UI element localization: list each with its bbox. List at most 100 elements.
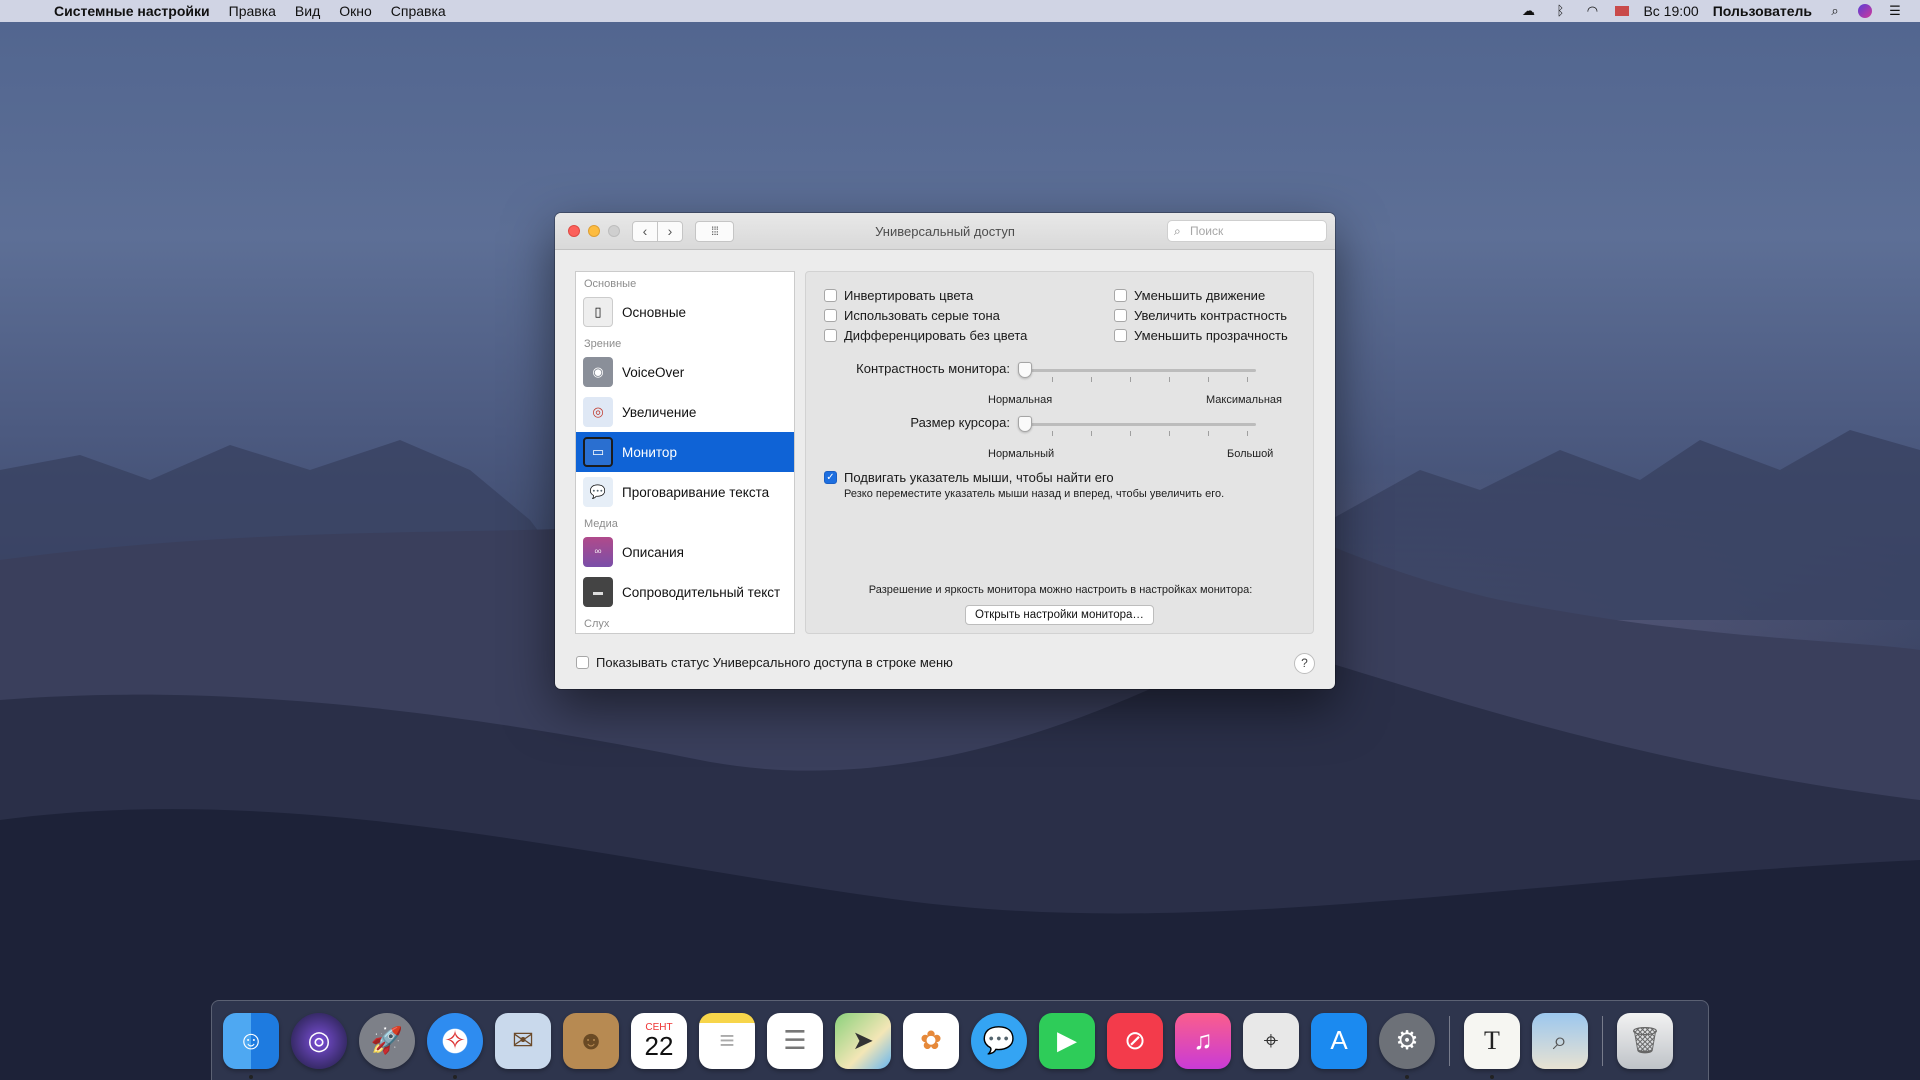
photos-icon[interactable]: ✿ <box>903 1012 959 1069</box>
menu-view[interactable]: Вид <box>295 3 320 19</box>
sidebar-list[interactable]: Основные ▯ Основные Зрение ◉ VoiceOver ◎… <box>575 271 795 634</box>
photo-booth-icon[interactable]: ⌖ <box>1243 1012 1299 1069</box>
option-label: Показывать статус Универсального доступа… <box>596 655 953 670</box>
option-label: Уменьшить движение <box>1134 288 1266 303</box>
sidebar-section-vision: Зрение <box>584 338 622 350</box>
wifi-icon[interactable]: ◠ <box>1583 4 1601 18</box>
siri-icon[interactable]: ◎ <box>291 1012 347 1069</box>
shake-to-locate-option[interactable]: ✓ Подвигать указатель мыши, чтобы найти … <box>824 470 1114 485</box>
contrast-max-label: Максимальная <box>1206 394 1282 406</box>
dock-separator <box>1602 1015 1603 1066</box>
show-status-checkbox[interactable] <box>576 656 589 669</box>
finder-icon[interactable]: ☺ <box>223 1012 279 1079</box>
differentiate-option[interactable]: Дифференцировать без цвета <box>824 328 1027 343</box>
sidebar-item-zoom[interactable]: ◎ Увеличение <box>576 392 794 432</box>
contrast-tick <box>1091 377 1092 382</box>
magnifier-icon: ◎ <box>583 397 613 427</box>
option-label: Инвертировать цвета <box>844 288 974 303</box>
grayscale-option[interactable]: Использовать серые тона <box>824 308 1000 323</box>
cursor-slider-track[interactable] <box>1018 423 1256 426</box>
sidebar-item-display[interactable]: ▭ Монитор <box>576 432 794 472</box>
display-settings-panel: Инвертировать цвета Использовать серые т… <box>805 271 1314 634</box>
sidebar-item-voiceover[interactable]: ◉ VoiceOver <box>576 352 794 392</box>
cursor-tick <box>1247 431 1248 436</box>
sidebar-section-hearing: Слух <box>584 618 610 630</box>
voiceover-icon: ◉ <box>583 357 613 387</box>
maps-icon[interactable]: ➤ <box>835 1012 891 1069</box>
safari-icon[interactable]: ✧ <box>427 1012 483 1079</box>
system-preferences-icon[interactable]: ⚙ <box>1379 1012 1435 1079</box>
sidebar-item-label: Увеличение <box>622 404 697 420</box>
app-menu[interactable]: Системные настройки <box>54 3 210 19</box>
invert-colors-checkbox[interactable] <box>824 289 837 302</box>
grayscale-checkbox[interactable] <box>824 309 837 322</box>
menu-window[interactable]: Окно <box>339 3 372 19</box>
search-field[interactable]: ⌕ Поиск <box>1167 220 1327 242</box>
reduce-motion-checkbox[interactable] <box>1114 289 1127 302</box>
spotlight-search-icon[interactable]: ⌕ <box>1826 4 1844 18</box>
messages-icon[interactable]: 💬 <box>971 1012 1027 1069</box>
reduce-motion-option[interactable]: Уменьшить движение <box>1114 288 1265 303</box>
cursor-min-label: Нормальный <box>988 448 1055 460</box>
invert-colors-option[interactable]: Инвертировать цвета <box>824 288 973 303</box>
sidebar-item-descriptions[interactable]: ᵒᵒ Описания <box>576 532 794 572</box>
launchpad-icon[interactable]: 🚀 <box>359 1012 415 1069</box>
sidebar-item-label: Основные <box>622 304 687 320</box>
option-label: Использовать серые тона <box>844 308 1000 323</box>
facetime-icon[interactable]: ▶ <box>1039 1012 1095 1069</box>
open-display-settings-button[interactable]: Открыть настройки монитора… <box>965 605 1154 625</box>
sidebar-item-label: Монитор <box>622 444 677 460</box>
differentiate-checkbox[interactable] <box>824 329 837 342</box>
dock-separator <box>1449 1015 1450 1066</box>
itunes-icon[interactable]: ♫ <box>1175 1012 1231 1069</box>
reduce-transparency-checkbox[interactable] <box>1114 329 1127 342</box>
sidebar-item-captions[interactable]: ▬ Сопроводительный текст <box>576 572 794 612</box>
bluetooth-icon[interactable]: ᛒ <box>1551 4 1569 18</box>
menu-edit[interactable]: Правка <box>229 3 276 19</box>
notes-icon[interactable]: ≡ <box>699 1012 755 1069</box>
contacts-icon[interactable]: ☻ <box>563 1012 619 1069</box>
menu-help[interactable]: Справка <box>391 3 446 19</box>
show-status-option[interactable]: Показывать статус Универсального доступа… <box>576 655 953 670</box>
monitor-icon: ▭ <box>583 437 613 467</box>
sidebar-item-speech[interactable]: 💬 Проговаривание текста <box>576 472 794 512</box>
reminders-icon[interactable]: ☰ <box>767 1012 823 1069</box>
contrast-tick <box>1169 377 1170 382</box>
sidebar-item-general[interactable]: ▯ Основные <box>576 292 794 332</box>
calendar-icon[interactable]: СЕНТ 22 <box>631 1012 687 1069</box>
news-icon[interactable]: ⊘ <box>1107 1012 1163 1069</box>
preview-icon[interactable]: ⌕ <box>1532 1012 1588 1069</box>
title-bar[interactable]: ‹ › ⁞⁞⁞ Универсальный доступ ⌕ Поиск <box>555 213 1335 250</box>
contrast-tick <box>1052 377 1053 382</box>
increase-contrast-option[interactable]: Увеличить контрастность <box>1114 308 1287 323</box>
mail-icon[interactable]: ✉ <box>495 1012 551 1069</box>
contrast-slider-thumb[interactable] <box>1018 362 1032 378</box>
flag-icon[interactable] <box>1615 6 1630 16</box>
textedit-icon[interactable]: T <box>1464 1012 1520 1079</box>
contrast-slider-track[interactable] <box>1018 369 1256 372</box>
help-button[interactable]: ? <box>1294 653 1315 674</box>
menu-bar: Системные настройки Правка Вид Окно Спра… <box>0 0 1920 22</box>
app-store-icon[interactable]: A <box>1311 1012 1367 1069</box>
audio-description-icon: ᵒᵒ <box>583 537 613 567</box>
speech-bubble-icon: 💬 <box>583 477 613 507</box>
option-label: Подвигать указатель мыши, чтобы найти ег… <box>844 470 1114 485</box>
option-label: Дифференцировать без цвета <box>844 328 1028 343</box>
increase-contrast-checkbox[interactable] <box>1114 309 1127 322</box>
cursor-slider-thumb[interactable] <box>1018 416 1032 432</box>
icloud-icon[interactable]: ☁ <box>1519 4 1537 18</box>
trash-icon[interactable]: 🗑 <box>1617 1012 1673 1069</box>
captions-icon: ▬ <box>583 577 613 607</box>
search-icon: ⌕ <box>1174 224 1181 238</box>
shake-to-locate-checkbox[interactable]: ✓ <box>824 471 837 484</box>
notification-center-icon[interactable]: ☰ <box>1886 4 1904 18</box>
siri-icon[interactable] <box>1858 4 1872 18</box>
running-indicator <box>249 1074 253 1079</box>
cursor-tick <box>1130 431 1131 436</box>
running-indicator <box>1490 1074 1494 1079</box>
search-placeholder: Поиск <box>1190 224 1224 238</box>
cursor-size-label: Размер курсора: <box>910 415 1010 430</box>
clock[interactable]: Вс 19:00 <box>1643 3 1698 19</box>
reduce-transparency-option[interactable]: Уменьшить прозрачность <box>1114 328 1288 343</box>
user-menu[interactable]: Пользователь <box>1713 3 1812 19</box>
